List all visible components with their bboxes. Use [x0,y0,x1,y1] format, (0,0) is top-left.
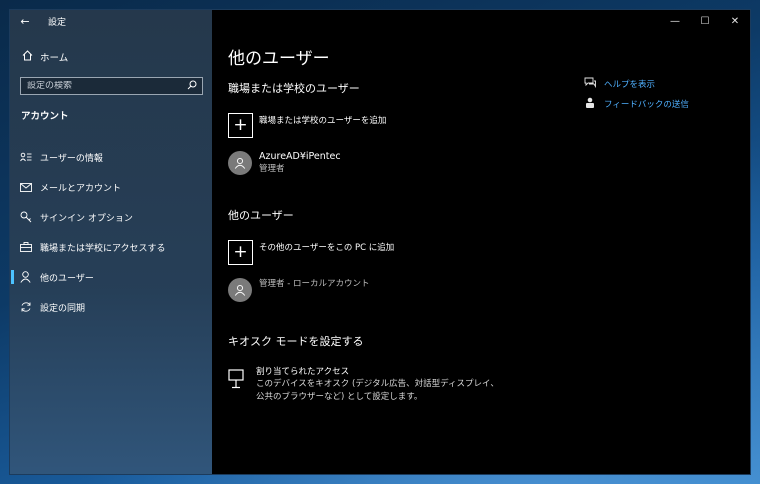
assigned-access-desc: このデバイスをキオスク (デジタル広告、対話型ディスプレイ、公共のブラウザーなど… [256,379,499,402]
user-avatar-icon [234,157,246,169]
sidebar-item-label: 設定の同期 [40,303,86,314]
mail-icon [20,182,40,192]
add-work-school-user-button[interactable]: + 職場または学校のユーザーを追加 [228,113,386,138]
briefcase-icon [20,242,40,252]
minimize-button[interactable]: — [660,10,690,32]
sidebar-item-user-info[interactable]: ユーザーの情報 [10,142,212,172]
close-button[interactable]: ✕ [720,10,750,32]
add-other-user-label: その他のユーザーをこの PC に追加 [259,242,395,253]
sync-icon [20,301,40,313]
sidebar-item-label: サインイン オプション [40,213,133,224]
user-name: AzureAD¥iPentec [259,151,341,162]
help-chat-icon [584,77,600,91]
sidebar-item-other-users[interactable]: 他のユーザー [10,262,212,292]
key-icon [20,211,40,223]
nav-list: ユーザーの情報 メールとアカウント サインイン オプション 職場または学校にアク… [10,142,212,322]
sidebar-item-sync[interactable]: 設定の同期 [10,292,212,322]
titlebar: ← 設定 [10,10,212,32]
maximize-icon: ☐ [700,15,710,27]
sidebar-item-label: ユーザーの情報 [40,153,103,164]
window-controls: — ☐ ✕ [660,10,750,32]
settings-window: ← 設定 ホーム アカウント ユーザーの情報 [10,10,750,474]
user-role: 管理者 [259,164,285,174]
search-icon[interactable] [187,80,197,93]
main-panel: — ☐ ✕ 他のユーザー 職場または学校のユーザー + 職場または学校のユーザー… [212,10,750,474]
plus-icon: + [228,240,253,265]
other-users-title: 他のユーザー [228,209,294,222]
user-role: 管理者 - ローカルアカウント [259,279,370,289]
close-icon: ✕ [730,15,740,27]
sidebar-item-work-access[interactable]: 職場または学校にアクセスする [10,232,212,262]
minimize-icon: — [670,15,680,27]
sidebar-item-sign-in[interactable]: サインイン オプション [10,202,212,232]
sidebar: ← 設定 ホーム アカウント ユーザーの情報 [10,10,212,474]
sidebar-item-mail[interactable]: メールとアカウント [10,172,212,202]
kiosk-icon [228,369,248,393]
help-links: ヘルプを表示 フィードバックの送信 [584,74,689,114]
back-arrow-icon: ← [20,14,30,28]
home-icon [22,50,40,64]
sidebar-item-label: メールとアカウント [40,183,122,194]
help-link-label: ヘルプを表示 [604,80,656,90]
assigned-access-title: 割り当てられたアクセス [256,367,350,377]
person-icon [20,271,40,283]
feedback-link-label: フィードバックの送信 [604,100,689,110]
feedback-link[interactable]: フィードバックの送信 [584,94,689,114]
search-input[interactable] [27,81,177,91]
help-link[interactable]: ヘルプを表示 [584,74,689,94]
page-title: 他のユーザー [228,49,330,69]
back-button[interactable]: ← [12,10,38,32]
nav-home-label: ホーム [40,53,69,64]
work-school-user[interactable]: AzureAD¥iPentec 管理者 [228,151,341,175]
other-user[interactable]: 管理者 - ローカルアカウント [228,278,369,302]
avatar [228,278,252,302]
feedback-icon [584,97,600,112]
search-box[interactable] [20,77,203,95]
kiosk-title: キオスク モードを設定する [228,335,364,348]
app-title: 設定 [48,17,67,28]
work-school-title: 職場または学校のユーザー [228,82,360,95]
section-title: アカウント [21,111,69,122]
sidebar-item-label: 他のユーザー [40,273,94,284]
nav-home[interactable]: ホーム [10,48,212,66]
add-work-school-label: 職場または学校のユーザーを追加 [259,115,387,126]
user-avatar-icon [234,284,246,296]
sidebar-item-label: 職場または学校にアクセスする [40,243,166,254]
add-other-user-button[interactable]: + その他のユーザーをこの PC に追加 [228,240,394,265]
maximize-button[interactable]: ☐ [690,10,720,32]
avatar [228,151,252,175]
user-info-icon [20,152,40,162]
assigned-access-button[interactable]: 割り当てられたアクセス このデバイスをキオスク (デジタル広告、対話型ディスプレ… [228,366,506,403]
plus-icon: + [228,113,253,138]
